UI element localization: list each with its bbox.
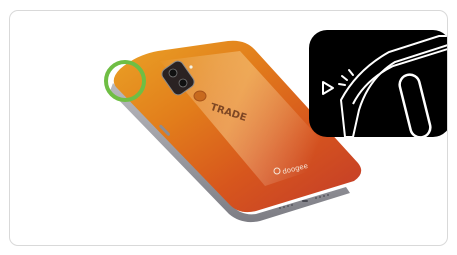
- zoom-inset: [309, 30, 447, 137]
- press-indicator-icon: [338, 69, 354, 86]
- fingerprint-sensor: [193, 90, 207, 102]
- zoomed-side-button: [398, 73, 432, 137]
- play-arrow-outline-icon: [322, 81, 334, 95]
- zoomed-phone-edge: [339, 35, 447, 137]
- illustration-card: TRADE doogee: [9, 10, 448, 246]
